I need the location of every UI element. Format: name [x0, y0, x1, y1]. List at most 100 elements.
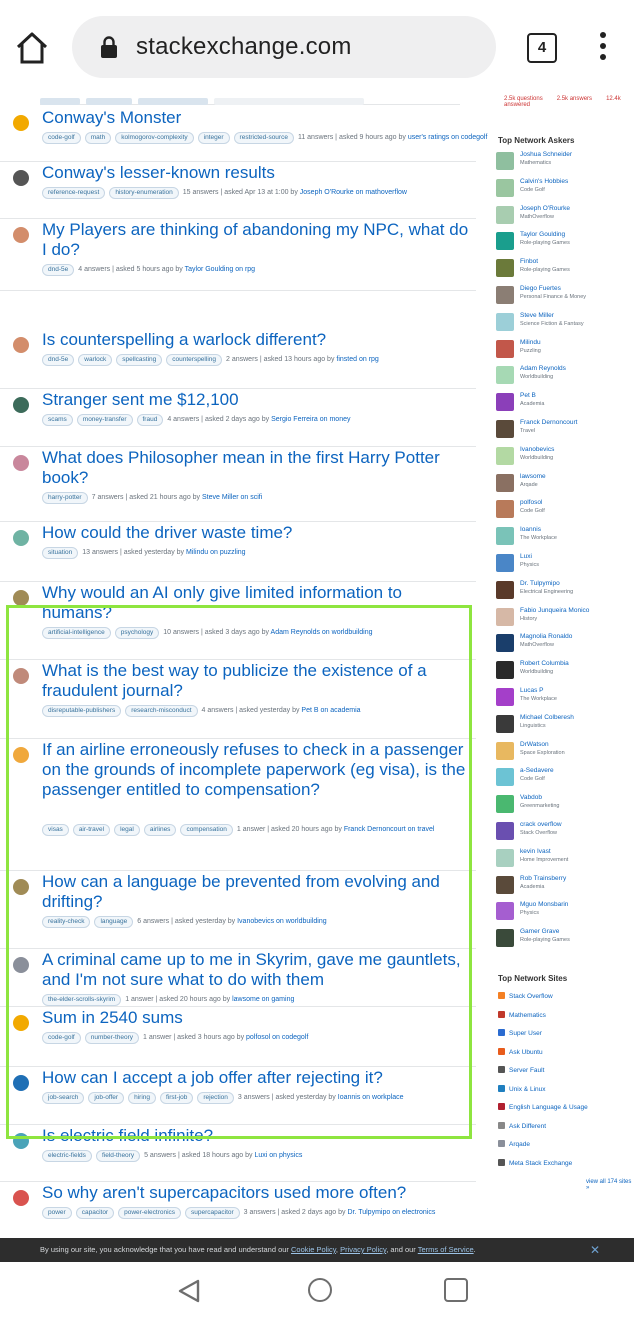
top-asker-item[interactable]: Diego Fuertes Personal Finance & Money — [496, 284, 632, 306]
asker-name[interactable]: Magnolia Ronaldo — [520, 633, 572, 640]
asker-link[interactable]: lawsome on gaming — [232, 996, 294, 1003]
question-row[interactable]: So why aren't supercapacitors used more … — [0, 1181, 476, 1238]
site-name[interactable]: Stack Overflow — [509, 993, 553, 1000]
top-asker-item[interactable]: lawsome Arqade — [496, 472, 632, 494]
top-asker-item[interactable]: Fabio Junqueira Monico History — [496, 606, 632, 628]
asker-link[interactable]: Steve Miller on scifi — [202, 494, 262, 501]
top-asker-item[interactable]: Luxi Physics — [496, 552, 632, 574]
view-all-sites-link[interactable]: view all 174 sites » — [586, 1179, 634, 1191]
tag-link[interactable]: language — [94, 916, 134, 928]
top-asker-item[interactable]: Joseph O'Rourke MathOverflow — [496, 204, 632, 226]
tag-link[interactable]: job-offer — [88, 1092, 125, 1104]
question-row[interactable]: How could the driver waste time? situatio… — [0, 521, 476, 582]
top-site-link[interactable]: Unix & Linux — [498, 1084, 546, 1093]
tag-link[interactable]: visas — [42, 824, 69, 836]
top-asker-item[interactable]: Rob Trainsberry Academia — [496, 874, 632, 896]
tag-link[interactable]: reference-request — [42, 187, 106, 199]
top-site-link[interactable]: Super User — [498, 1029, 542, 1037]
question-row[interactable]: Is electric field infinite? electric-fiel… — [0, 1124, 476, 1182]
question-title-link[interactable]: Sum in 2540 sums — [42, 1008, 470, 1028]
asker-link[interactable]: Franck Dernoncourt on travel — [344, 826, 435, 833]
question-row[interactable]: Sum in 2540 sums code-golf number-theory 1 … — [0, 1006, 476, 1067]
tag-link[interactable]: kolmogorov-complexity — [115, 132, 194, 144]
asker-link[interactable]: user's ratings on codegolf — [408, 134, 488, 141]
home-icon[interactable] — [14, 30, 50, 66]
tag-link[interactable]: reality-check — [42, 916, 91, 928]
top-site-link[interactable]: Arqade — [498, 1140, 530, 1148]
asker-name[interactable]: Luxi — [520, 553, 532, 560]
asker-link[interactable]: Joseph O'Rourke on mathoverflow — [300, 189, 407, 196]
tag-link[interactable]: dnd-5e — [42, 264, 75, 276]
tag-link[interactable]: code-golf — [42, 1032, 81, 1044]
asker-name[interactable]: Adam Reynolds — [520, 365, 566, 372]
asker-name[interactable]: a-Sedavere — [520, 767, 554, 774]
tag-link[interactable]: first-job — [160, 1092, 194, 1104]
tag-link[interactable]: airlines — [143, 824, 177, 836]
top-asker-item[interactable]: Pet B Academia — [496, 391, 632, 413]
tag-link[interactable]: situation — [42, 547, 79, 559]
asker-name[interactable]: Dr. Tulpymipo — [520, 580, 560, 587]
tag-link[interactable]: power — [42, 1207, 72, 1219]
top-asker-item[interactable]: Michael Colberesh Linguistics — [496, 713, 632, 735]
asker-link[interactable]: Ivanobevics on worldbuilding — [237, 918, 327, 925]
asker-name[interactable]: Robert Columbia — [520, 660, 569, 667]
question-row[interactable]: How can a language be prevented from evo… — [0, 870, 476, 949]
tag-link[interactable]: warlock — [78, 354, 113, 366]
asker-link[interactable]: polfosol on codegolf — [246, 1034, 308, 1041]
asker-name[interactable]: Pet B — [520, 392, 536, 399]
question-row[interactable]: What is the best way to publicize the ex… — [0, 659, 476, 739]
top-asker-item[interactable]: Calvin's Hobbies Code Golf — [496, 177, 632, 199]
top-site-link[interactable]: Ask Different — [498, 1121, 546, 1130]
tag-link[interactable]: harry-potter — [42, 492, 88, 504]
tag-link[interactable]: research-misconduct — [125, 705, 198, 717]
terms-of-service-link[interactable]: Terms of Service — [418, 1245, 474, 1254]
asker-link[interactable]: Taylor Goulding on rpg — [185, 266, 255, 273]
tag-link[interactable]: code-golf — [42, 132, 81, 144]
site-name[interactable]: Ask Different — [509, 1123, 546, 1130]
asker-name[interactable]: lawsome — [520, 473, 546, 480]
asker-name[interactable]: Ioannis — [520, 526, 541, 533]
question-title-link[interactable]: A criminal came up to me in Skyrim, gave… — [42, 950, 470, 990]
top-site-link[interactable]: English Language & Usage — [498, 1103, 588, 1111]
site-name[interactable]: Server Fault — [509, 1067, 544, 1074]
more-options-icon[interactable] — [598, 32, 608, 64]
question-row[interactable]: Why would an AI only give limited inform… — [0, 581, 476, 660]
asker-link[interactable]: Milindu on puzzling — [186, 549, 246, 556]
question-title-link[interactable]: How could the driver waste time? — [42, 523, 470, 543]
question-title-link[interactable]: Is counterspelling a warlock different? — [42, 330, 470, 350]
top-asker-item[interactable]: Franck Dernoncourt Travel — [496, 418, 632, 440]
question-row[interactable]: Is counterspelling a warlock different? d… — [0, 328, 476, 389]
asker-link[interactable]: Ioannis on workplace — [338, 1094, 404, 1101]
top-site-link[interactable]: Ask Ubuntu — [498, 1047, 543, 1056]
close-icon[interactable]: ✕ — [590, 1238, 600, 1262]
asker-link[interactable]: Pet B on academia — [301, 707, 360, 714]
question-row[interactable]: Conway's lesser-known results reference-r… — [0, 161, 476, 219]
home-nav-icon[interactable] — [308, 1278, 332, 1302]
top-site-link[interactable]: Mathematics — [498, 1010, 546, 1019]
top-asker-item[interactable]: Dr. Tulpymipo Electrical Engineering — [496, 579, 632, 601]
tag-link[interactable]: air-travel — [72, 824, 111, 836]
tag-link[interactable]: math — [84, 132, 112, 144]
question-title-link[interactable]: Conway's lesser-known results — [42, 163, 470, 183]
question-row[interactable]: Conway's Monster code-golf math kolmogorov-… — [0, 106, 487, 162]
question-row[interactable]: If an airline erroneously refuses to che… — [0, 738, 476, 871]
asker-name[interactable]: Steve Miller — [520, 312, 554, 319]
tag-link[interactable]: scams — [42, 414, 73, 426]
tag-link[interactable]: integer — [197, 132, 230, 144]
tag-link[interactable]: field-theory — [95, 1150, 141, 1162]
tab-switcher-button[interactable]: 4 — [527, 33, 557, 63]
site-name[interactable]: English Language & Usage — [509, 1104, 588, 1111]
top-site-link[interactable]: Meta Stack Exchange — [498, 1158, 572, 1167]
site-name[interactable]: Ask Ubuntu — [509, 1049, 543, 1056]
top-asker-item[interactable]: kevin Ivast Home Improvement — [496, 847, 632, 869]
question-title-link[interactable]: What does Philosopher mean in the first … — [42, 448, 470, 488]
top-asker-item[interactable]: Gamer Grave Role-playing Games — [496, 927, 632, 949]
top-asker-item[interactable]: Milindu Puzzling — [496, 338, 632, 360]
asker-name[interactable]: Finbot — [520, 258, 538, 265]
question-title-link[interactable]: Why would an AI only give limited inform… — [42, 583, 470, 623]
tag-link[interactable]: artificial-intelligence — [42, 627, 111, 639]
tag-link[interactable]: psychology — [114, 627, 160, 639]
recent-apps-icon[interactable] — [444, 1278, 468, 1302]
asker-name[interactable]: Mguo Monsbarin — [520, 901, 568, 908]
tag-link[interactable]: fraud — [136, 414, 164, 426]
